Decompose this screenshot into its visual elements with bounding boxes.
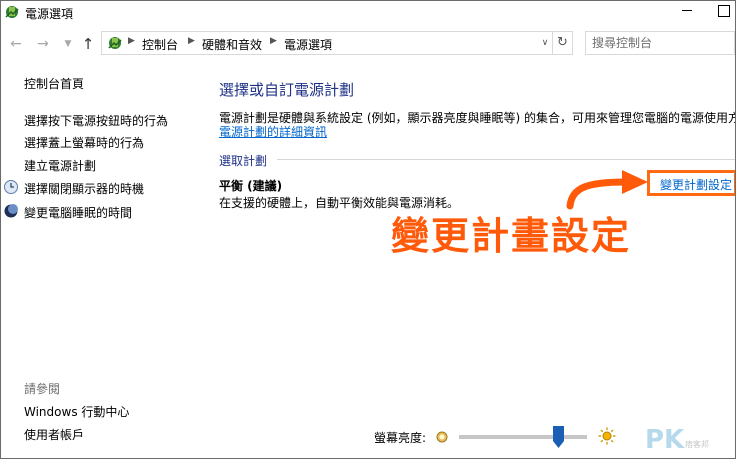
recent-locations-button[interactable]: ▼ xyxy=(59,35,77,53)
watermark-subtext: 痞客邦 xyxy=(685,440,709,449)
sidebar-link-power-button[interactable]: 選擇按下電源按鈕時的行為 xyxy=(24,112,168,129)
see-also-action-center[interactable]: Windows 行動中心 xyxy=(24,403,129,420)
control-panel-icon xyxy=(108,37,122,49)
callout-label: 變更計畫設定 xyxy=(391,214,632,258)
window-title: 電源選項 xyxy=(25,7,74,21)
brightness-slider-track[interactable] xyxy=(459,435,587,439)
power-options-icon xyxy=(5,6,19,18)
address-dropdown-icon[interactable]: ∨ xyxy=(537,31,553,55)
sidebar-link-lid-close[interactable]: 選擇蓋上螢幕時的行為 xyxy=(24,134,144,151)
monitor-clock-icon xyxy=(4,180,18,194)
title-bar: 電源選項 xyxy=(1,1,735,29)
search-input[interactable] xyxy=(586,32,734,54)
watermark-logo: PK 痞客邦 xyxy=(645,425,735,457)
breadcrumb-power-options[interactable]: 電源選項 xyxy=(284,36,332,53)
sidebar-link-display-off[interactable]: 選擇關閉顯示器的時機 xyxy=(24,180,144,197)
maximize-button[interactable] xyxy=(713,1,735,21)
moon-icon xyxy=(4,204,18,218)
refresh-button[interactable]: ↻ xyxy=(553,31,573,55)
watermark-text: PK xyxy=(645,425,685,455)
chevron-right-icon[interactable]: ▶ xyxy=(188,36,195,46)
window: 電源選項 ← → ▼ ↑ ▶ 控制台 ▶ 硬體和音效 ▶ 電源選項 ∨ ↻ 控制… xyxy=(0,0,736,459)
bright-brightness-icon xyxy=(598,427,616,445)
breadcrumb-control-panel[interactable]: 控制台 xyxy=(142,36,178,53)
minimize-button[interactable] xyxy=(675,1,699,21)
more-info-link[interactable]: 電源計劃的詳細資訊 xyxy=(219,123,327,140)
back-button[interactable]: ← xyxy=(7,35,25,53)
brightness-slider-thumb[interactable] xyxy=(553,426,565,448)
address-bar[interactable]: ▶ 控制台 ▶ 硬體和音效 ▶ 電源選項 xyxy=(101,31,553,55)
chevron-right-icon: ▶ xyxy=(128,36,135,46)
see-also-heading: 請參閱 xyxy=(24,382,61,396)
see-also-user-accounts[interactable]: 使用者帳戶 xyxy=(24,426,84,443)
group-divider xyxy=(277,159,735,160)
up-button[interactable]: ↑ xyxy=(79,35,97,53)
brightness-slider-fill xyxy=(459,435,559,439)
sidebar-link-create-plan[interactable]: 建立電源計劃 xyxy=(24,157,96,174)
forward-button[interactable]: → xyxy=(34,35,52,53)
sidebar-link-home[interactable]: 控制台首頁 xyxy=(24,75,84,92)
breadcrumb-hardware-sound[interactable]: 硬體和音效 xyxy=(202,36,262,53)
search-box[interactable] xyxy=(585,31,735,55)
change-plan-settings-link[interactable]: 變更計劃設定 xyxy=(660,176,732,193)
chevron-right-icon[interactable]: ▶ xyxy=(270,36,277,46)
group-label: 選取計劃 xyxy=(219,154,268,168)
change-plan-settings-highlight: 變更計劃設定 xyxy=(647,170,735,196)
sidebar-link-sleep-time[interactable]: 變更電腦睡眠的時間 xyxy=(24,204,132,221)
brightness-label: 螢幕亮度: xyxy=(374,431,427,445)
page-title: 選擇或自訂電源計劃 xyxy=(219,81,355,99)
dim-brightness-icon xyxy=(436,431,448,443)
plan-name: 平衡 (建議) xyxy=(219,179,283,193)
